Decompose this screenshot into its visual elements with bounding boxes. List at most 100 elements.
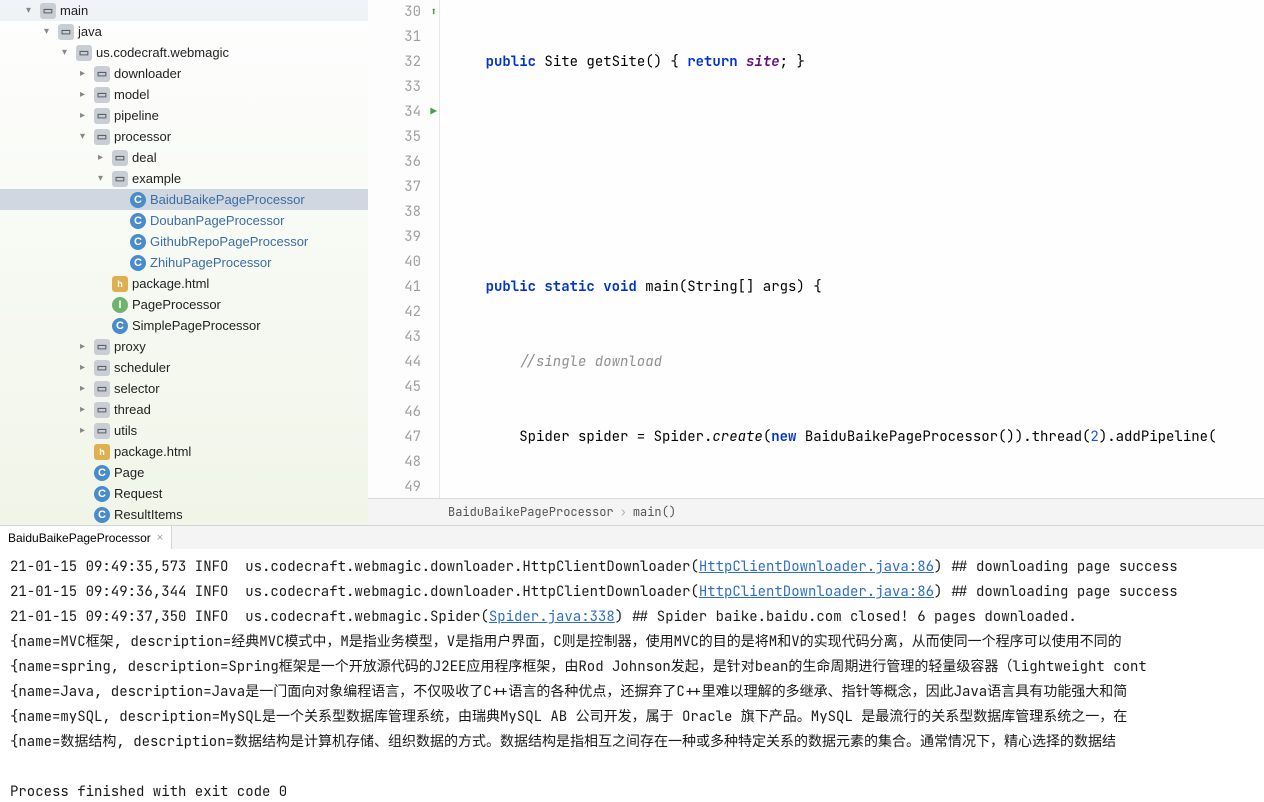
line-number: 46 <box>368 400 421 425</box>
tree-file[interactable]: C GithubRepoPageProcessor <box>0 231 368 252</box>
tree-file[interactable]: C Page <box>0 462 368 483</box>
folder-icon: ▭ <box>94 108 110 124</box>
run-icon[interactable]: ▶ <box>430 100 437 125</box>
console-exit: Process finished with exit code 0 <box>10 780 1254 802</box>
tree-package-root[interactable]: ▾ ▭ us.codecraft.webmagic <box>0 42 368 63</box>
chevron-right-icon: ▸ <box>80 89 92 100</box>
tree-folder-main[interactable]: ▾ ▭ main <box>0 0 368 21</box>
tree-label: java <box>78 24 102 39</box>
tree-label: utils <box>114 423 137 438</box>
class-icon: C <box>130 255 146 271</box>
tab-label: BaiduBaikePageProcessor <box>8 531 151 545</box>
tree-folder[interactable]: ▸ ▭ selector <box>0 378 368 399</box>
folder-icon: ▭ <box>112 171 128 187</box>
close-icon[interactable]: × <box>157 532 163 544</box>
class-icon: C <box>130 234 146 250</box>
tree-label: package.html <box>132 276 209 291</box>
html-icon: h <box>112 276 128 292</box>
source-link[interactable]: HttpClientDownloader.java:86 <box>699 583 934 601</box>
tree-folder[interactable]: ▸ ▭ model <box>0 84 368 105</box>
console-line: {name=spring, description=Spring框架是一个开放源… <box>10 655 1254 680</box>
override-icon[interactable]: ⬆ <box>430 0 437 25</box>
folder-icon: ▭ <box>94 129 110 145</box>
chevron-down-icon: ▾ <box>80 131 92 142</box>
tree-label: processor <box>114 129 171 144</box>
class-icon: C <box>94 486 110 502</box>
tree-folder-deal[interactable]: ▸ ▭ deal <box>0 147 368 168</box>
code-content[interactable]: public Site getSite() { return site; } p… <box>440 0 1264 498</box>
folder-icon: ▭ <box>40 3 56 19</box>
tree-file[interactable]: h package.html <box>0 441 368 462</box>
tree-folder[interactable]: ▸ ▭ proxy <box>0 336 368 357</box>
tree-label: example <box>132 171 181 186</box>
console-tabs: BaiduBaikePageProcessor × <box>0 525 1264 549</box>
line-number: 44 <box>368 350 421 375</box>
class-icon: C <box>112 318 128 334</box>
chevron-right-icon: ▸ <box>80 383 92 394</box>
breadcrumb-item[interactable]: BaiduBaikePageProcessor <box>448 504 614 520</box>
tree-file[interactable]: C SimplePageProcessor <box>0 315 368 336</box>
tree-label: model <box>114 87 149 102</box>
tree-folder[interactable]: ▸ ▭ downloader <box>0 63 368 84</box>
folder-icon: ▭ <box>94 360 110 376</box>
tree-folder-processor[interactable]: ▾ ▭ processor <box>0 126 368 147</box>
code-editor[interactable]: 30⬆31323334▶3536373839404142434445464748… <box>368 0 1264 525</box>
chevron-right-icon: ▸ <box>80 425 92 436</box>
console-line: {name=数据结构, description=数据结构是计算机存储、组织数据的… <box>10 730 1254 755</box>
tree-label: Request <box>114 486 162 501</box>
console-line: {name=Java, description=Java是一门面向对象编程语言，… <box>10 680 1254 705</box>
line-number: 45 <box>368 375 421 400</box>
breadcrumb-item[interactable]: main() <box>633 504 676 520</box>
console-output[interactable]: 21-01-15 09:49:35,573 INFO us.codecraft.… <box>0 549 1264 802</box>
line-number: 34▶ <box>368 100 421 125</box>
chevron-right-icon: ▸ <box>98 152 110 163</box>
tree-file[interactable]: C ResultItems <box>0 504 368 525</box>
interface-icon: I <box>112 297 128 313</box>
tree-folder[interactable]: ▸ ▭ pipeline <box>0 105 368 126</box>
folder-icon: ▭ <box>94 66 110 82</box>
tree-folder-java[interactable]: ▾ ▭ java <box>0 21 368 42</box>
tree-file[interactable]: C DoubanPageProcessor <box>0 210 368 231</box>
tree-file[interactable]: C BaiduBaikePageProcessor <box>0 189 368 210</box>
line-number: 32 <box>368 50 421 75</box>
console-tab[interactable]: BaiduBaikePageProcessor × <box>0 526 172 549</box>
tree-folder-example[interactable]: ▾ ▭ example <box>0 168 368 189</box>
tree-label: main <box>60 3 88 18</box>
tree-label: us.codecraft.webmagic <box>96 45 229 60</box>
breadcrumb[interactable]: BaiduBaikePageProcessor › main() <box>368 498 1264 525</box>
folder-icon: ▭ <box>94 381 110 397</box>
tree-label: PageProcessor <box>132 297 221 312</box>
source-link[interactable]: Spider.java:338 <box>489 608 615 626</box>
line-number: 41 <box>368 275 421 300</box>
tree-folder[interactable]: ▸ ▭ scheduler <box>0 357 368 378</box>
tree-label: deal <box>132 150 157 165</box>
tree-file[interactable]: C Request <box>0 483 368 504</box>
tree-label: DoubanPageProcessor <box>150 213 284 228</box>
class-icon: C <box>94 507 110 523</box>
folder-icon: ▭ <box>94 87 110 103</box>
console-line: {name=MVC框架, description=经典MVC模式中，M是指业务模… <box>10 630 1254 655</box>
folder-icon: ▭ <box>94 402 110 418</box>
tree-file[interactable]: C ZhihuPageProcessor <box>0 252 368 273</box>
tree-folder[interactable]: ▸ ▭ thread <box>0 399 368 420</box>
folder-icon: ▭ <box>58 24 74 40</box>
tree-file[interactable]: I PageProcessor <box>0 294 368 315</box>
project-tree[interactable]: ▾ ▭ main ▾ ▭ java ▾ ▭ us.codecraft.webma… <box>0 0 368 525</box>
console-line: {name=mySQL, description=MySQL是一个关系型数据库管… <box>10 705 1254 730</box>
line-number: 37 <box>368 175 421 200</box>
chevron-right-icon: ▸ <box>80 68 92 79</box>
tree-file[interactable]: h package.html <box>0 273 368 294</box>
line-number: 31 <box>368 25 421 50</box>
line-number: 38 <box>368 200 421 225</box>
tree-label: ResultItems <box>114 507 183 522</box>
source-link[interactable]: HttpClientDownloader.java:86 <box>699 558 934 576</box>
tree-folder[interactable]: ▸ ▭ utils <box>0 420 368 441</box>
line-number: 36 <box>368 150 421 175</box>
tree-label: scheduler <box>114 360 170 375</box>
class-icon: C <box>130 213 146 229</box>
console-line: 21-01-15 09:49:37,350 INFO us.codecraft.… <box>10 605 1254 630</box>
chevron-down-icon: ▾ <box>98 173 110 184</box>
folder-icon: ▭ <box>94 339 110 355</box>
chevron-right-icon: ▸ <box>80 341 92 352</box>
line-number: 43 <box>368 325 421 350</box>
